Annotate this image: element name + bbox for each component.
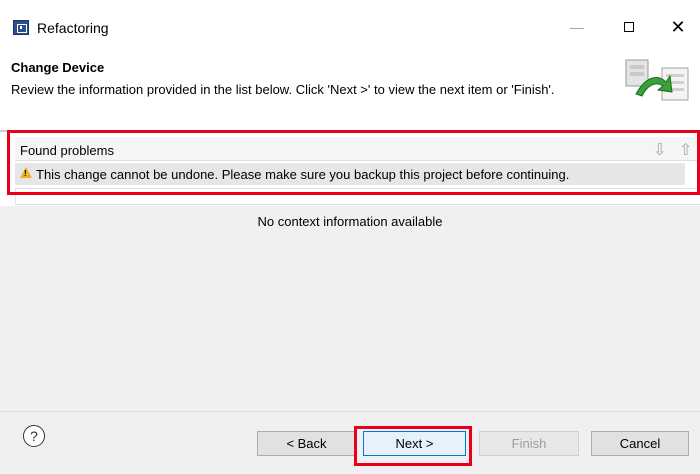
context-message: No context information available — [257, 214, 443, 229]
help-icon[interactable]: ? — [23, 425, 45, 447]
back-button[interactable]: < Back — [257, 431, 356, 456]
maximize-button[interactable] — [606, 12, 652, 42]
wizard-button-bar: ? < Back Next > Finish Cancel — [0, 411, 700, 474]
previous-problem-arrow-icon[interactable]: ⇧ — [679, 140, 692, 160]
problem-list-item[interactable]: This change cannot be undone. Please mak… — [15, 163, 685, 185]
page-title: Change Device — [11, 60, 105, 75]
found-problems-panel: Found problems ⇩ ⇧ This change cannot be… — [15, 137, 700, 185]
problem-message: This change cannot be undone. Please mak… — [36, 167, 570, 182]
wizard-header: Change Device Review the information pro… — [0, 42, 700, 130]
close-button[interactable]: ✕ — [655, 12, 700, 42]
next-button[interactable]: Next > — [363, 431, 466, 456]
app-icon — [13, 20, 29, 35]
finish-button[interactable]: Finish — [479, 431, 579, 456]
cancel-button[interactable]: Cancel — [591, 431, 689, 456]
warning-icon — [20, 167, 32, 178]
problems-header: Found problems ⇩ ⇧ — [15, 137, 700, 161]
next-problem-arrow-icon[interactable]: ⇩ — [653, 140, 666, 160]
problem-list-empty-area — [15, 188, 700, 205]
maximize-icon — [624, 22, 634, 32]
problems-label: Found problems — [20, 143, 114, 158]
page-description: Review the information provided in the l… — [11, 82, 555, 97]
title-bar: Refactoring — ✕ — [0, 0, 700, 42]
refactoring-wizard-icon — [625, 59, 689, 101]
minimize-button[interactable]: — — [554, 12, 600, 42]
context-area: No context information available — [0, 206, 700, 411]
header-divider — [0, 130, 700, 132]
window-title: Refactoring — [37, 20, 109, 36]
